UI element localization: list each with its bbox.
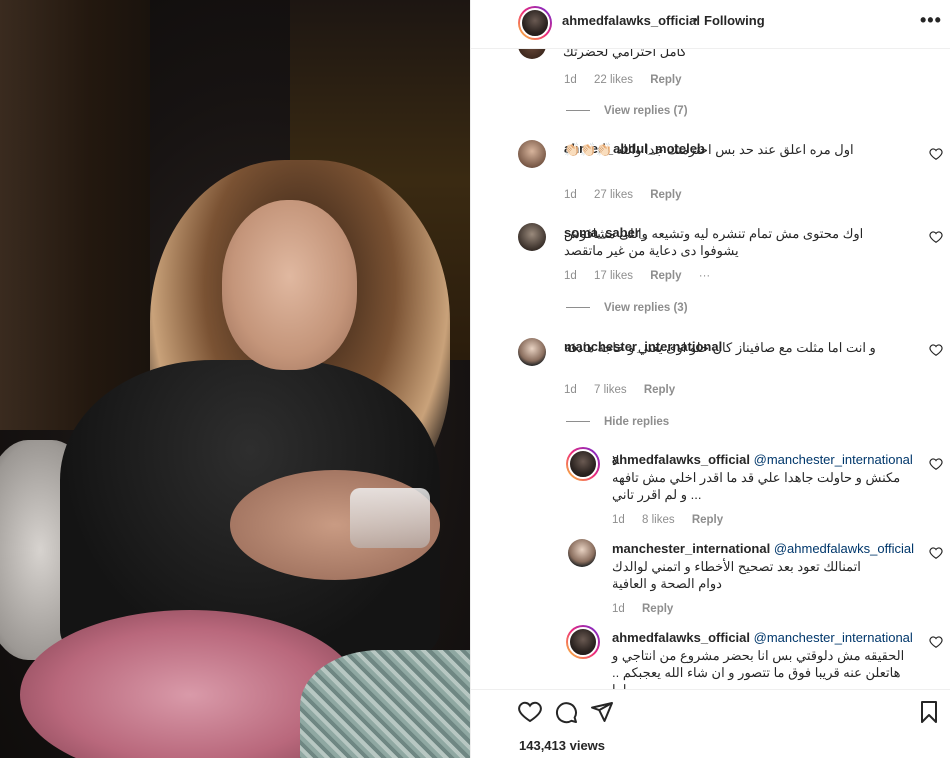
reply-text: اتمنالك تعود بعد تصحيح الأخطاء و اتمني ل… <box>612 559 861 591</box>
comment-more-icon[interactable]: ··· <box>699 270 711 282</box>
sequin-blanket <box>300 650 470 758</box>
woman-face <box>222 200 357 370</box>
heart-icon[interactable] <box>929 457 943 471</box>
comment-time: 1d <box>564 189 577 201</box>
heart-icon[interactable] <box>929 230 943 244</box>
comment-text: اوك محتوى مش تمام تنشره ليه وتشيعه واللى… <box>564 226 864 258</box>
view-count[interactable]: 143,413 views <box>519 738 605 753</box>
post-header: ahmedfalawks_official • Following ••• <box>471 0 950 49</box>
comment-text: اول مره اعلق عند حد بس احترمتك جدا والله… <box>564 142 854 157</box>
more-options-icon[interactable]: ••• <box>920 10 942 31</box>
comment-time: 1d <box>564 270 577 282</box>
reply-text-lead: لا <box>612 453 620 468</box>
comment-text: و انت اما مثلت مع صافيناز كان حلو اوى يع… <box>564 340 876 355</box>
comment-meta: 1d 27 likes Reply <box>564 189 696 201</box>
reply-button[interactable]: Reply <box>692 514 723 526</box>
post-side-panel: ahmedfalawks_official • Following ••• كا… <box>470 0 950 758</box>
author-avatar[interactable] <box>518 6 552 40</box>
replier-avatar[interactable] <box>566 625 600 659</box>
separator-dot: • <box>693 12 698 27</box>
reply-meta: 1d Reply <box>612 603 687 615</box>
comment-meta: 1d 17 likes Reply ··· <box>564 270 724 282</box>
send-icon[interactable] <box>590 700 614 724</box>
reply-text: مكنش و حاولت جاهدا علي قد ما اقدر اخلي م… <box>612 470 901 502</box>
replier-avatar[interactable] <box>566 447 600 481</box>
reply-time: 1d <box>612 514 625 526</box>
comment-meta: 1d 7 likes Reply <box>564 384 689 396</box>
post-actions-bar: 143,413 views <box>471 689 950 758</box>
comment-meta: 1d 22 likes Reply <box>564 74 696 86</box>
bookmark-icon[interactable] <box>917 700 941 724</box>
author-username[interactable]: ahmedfalawks_official <box>562 13 700 28</box>
background-wall <box>0 0 150 430</box>
comments-list[interactable]: كامل احترامي لحضرتك 1d 22 likes Reply Vi… <box>471 49 950 689</box>
reply-button[interactable]: Reply <box>642 603 673 615</box>
replier-username[interactable]: manchester_international @ahmedfalawks_o… <box>612 541 914 556</box>
comment-time: 1d <box>564 384 577 396</box>
reply-time: 1d <box>612 603 625 615</box>
reply-button[interactable]: Reply <box>650 189 681 201</box>
heart-icon[interactable] <box>929 635 943 649</box>
view-replies-button[interactable]: View replies (3) <box>566 302 688 314</box>
reply-text: الحقيقه مش دلوقتي بس انا بحضر مشروع من ا… <box>612 648 905 689</box>
heart-icon[interactable] <box>929 546 943 560</box>
reply-likes[interactable]: 8 likes <box>642 514 675 526</box>
post-media-video[interactable] <box>0 0 470 758</box>
mention-link[interactable]: @ahmedfalawks_official <box>774 541 914 556</box>
comment-likes[interactable]: 7 likes <box>594 384 627 396</box>
commenter-avatar[interactable] <box>518 49 546 59</box>
comment-time: 1d <box>564 74 577 86</box>
replier-username[interactable]: ahmedfalawks_official @manchester_intern… <box>612 630 913 645</box>
commenter-avatar[interactable] <box>518 223 546 251</box>
commenter-avatar[interactable] <box>518 338 546 366</box>
comment-text: كامل احترامي لحضرتك <box>563 49 687 59</box>
comment-icon[interactable] <box>554 700 578 724</box>
reply-button[interactable]: Reply <box>650 270 681 282</box>
reply-button[interactable]: Reply <box>644 384 675 396</box>
reply-button[interactable]: Reply <box>650 74 681 86</box>
heart-icon[interactable] <box>929 343 943 357</box>
hide-replies-button[interactable]: Hide replies <box>566 416 669 428</box>
heart-icon[interactable] <box>929 147 943 161</box>
following-button[interactable]: Following <box>704 13 765 28</box>
commenter-avatar[interactable] <box>518 140 546 168</box>
reply-meta: 1d 8 likes Reply <box>612 514 737 526</box>
heart-icon[interactable] <box>518 700 542 724</box>
comment-likes[interactable]: 22 likes <box>594 74 633 86</box>
view-replies-button[interactable]: View replies (7) <box>566 105 688 117</box>
replier-avatar[interactable] <box>568 539 596 567</box>
mention-link[interactable]: @manchester_international <box>754 630 913 645</box>
comment-likes[interactable]: 27 likes <box>594 189 633 201</box>
comment-likes[interactable]: 17 likes <box>594 270 633 282</box>
glass-cup <box>350 488 430 548</box>
